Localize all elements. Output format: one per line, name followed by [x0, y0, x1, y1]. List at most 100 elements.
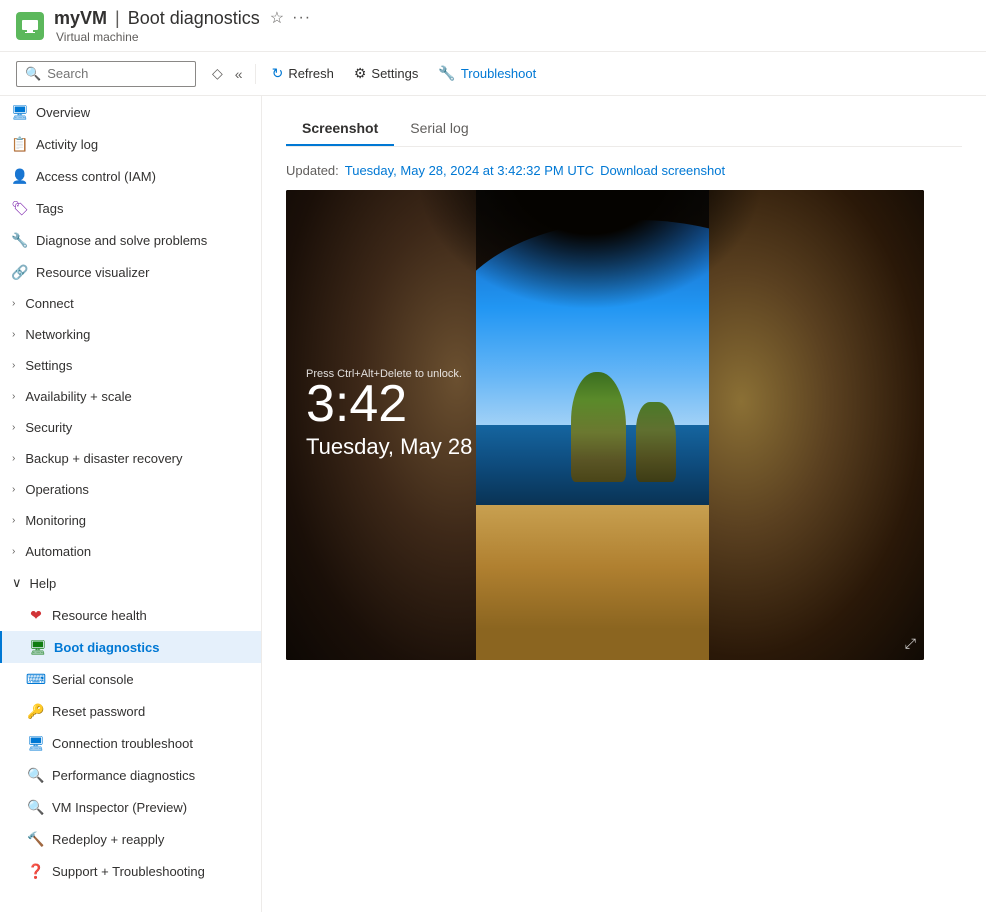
sidebar-item-diagnose[interactable]: 🔧 Diagnose and solve problems: [0, 224, 261, 256]
access-control-icon: 👤: [12, 168, 28, 184]
toolbar-divider-1: [255, 64, 256, 84]
sidebar-item-resource-visualizer[interactable]: 🔗 Resource visualizer: [0, 256, 261, 288]
sidebar-label-backup: Backup + disaster recovery: [25, 451, 182, 466]
download-screenshot-link[interactable]: Download screenshot: [600, 163, 725, 178]
troubleshoot-button[interactable]: 🔧 Troubleshoot: [430, 60, 544, 87]
sidebar-label-connection-troubleshoot: Connection troubleshoot: [52, 736, 193, 751]
settings-button[interactable]: ⚙ Settings: [346, 60, 427, 87]
resource-visualizer-icon: 🔗: [12, 264, 28, 280]
settings-icon: ⚙: [354, 65, 367, 82]
settings-label: Settings: [371, 66, 418, 81]
page-title: Boot diagnostics: [128, 8, 260, 29]
serial-console-icon: ⌨: [28, 671, 44, 687]
nav-diamond-btn[interactable]: ◇: [208, 63, 227, 84]
sidebar-label-vm-inspector: VM Inspector (Preview): [52, 800, 187, 815]
chevron-settings: ›: [12, 360, 15, 371]
sidebar-item-monitoring[interactable]: › Monitoring: [0, 505, 261, 536]
tab-screenshot[interactable]: Screenshot: [286, 112, 394, 146]
sidebar-item-availability[interactable]: › Availability + scale: [0, 381, 261, 412]
sidebar-item-operations[interactable]: › Operations: [0, 474, 261, 505]
refresh-label: Refresh: [288, 66, 334, 81]
search-input[interactable]: [47, 66, 187, 81]
sidebar-item-serial-console[interactable]: ⌨ Serial console: [0, 663, 261, 695]
refresh-button[interactable]: ↻ Refresh: [264, 60, 342, 87]
search-icon: 🔍: [25, 66, 41, 82]
header-text-block: myVM | Boot diagnostics ☆ ··· Virtual ma…: [54, 8, 311, 44]
search-box[interactable]: 🔍: [16, 61, 196, 87]
vm-name: myVM: [54, 8, 107, 29]
troubleshoot-label: Troubleshoot: [461, 66, 536, 81]
chevron-automation: ›: [12, 546, 15, 557]
sea-stack-2: [636, 402, 676, 482]
cave-scene: Press Ctrl+Alt+Delete to unlock. 3:42 Tu…: [286, 190, 924, 660]
sidebar-item-backup[interactable]: › Backup + disaster recovery: [0, 443, 261, 474]
expand-icon[interactable]: ⤢: [905, 635, 916, 652]
sidebar-item-access-control[interactable]: 👤 Access control (IAM): [0, 160, 261, 192]
toolbar-arrows: ◇ «: [208, 63, 247, 84]
chevron-help: ∨: [12, 575, 22, 591]
sidebar-item-support[interactable]: ❓ Support + Troubleshooting: [0, 855, 261, 887]
cave-arch: [416, 190, 764, 310]
update-time: Tuesday, May 28, 2024 at 3:42:32 PM UTC: [345, 163, 594, 178]
sidebar-label-redeploy: Redeploy + reapply: [52, 832, 164, 847]
sidebar-label-serial-console: Serial console: [52, 672, 134, 687]
chevron-monitoring: ›: [12, 515, 15, 526]
tab-serial-log-label: Serial log: [410, 120, 468, 136]
vm-svg-icon: [21, 17, 39, 35]
sidebar-label-operations: Operations: [25, 482, 89, 497]
sidebar-section-help[interactable]: ∨ Help: [0, 567, 261, 599]
sidebar-item-settings[interactable]: › Settings: [0, 350, 261, 381]
sidebar-label-support: Support + Troubleshooting: [52, 864, 205, 879]
sidebar-label-availability: Availability + scale: [25, 389, 131, 404]
nav-back-btn[interactable]: «: [231, 63, 247, 84]
screenshot-container: Press Ctrl+Alt+Delete to unlock. 3:42 Tu…: [286, 190, 924, 660]
tab-serial-log[interactable]: Serial log: [394, 112, 484, 146]
sidebar-item-tags[interactable]: 🏷 Tags: [0, 192, 261, 224]
sidebar-item-automation[interactable]: › Automation: [0, 536, 261, 567]
sidebar-item-resource-health[interactable]: ❤ Resource health: [0, 599, 261, 631]
chevron-networking: ›: [12, 329, 15, 340]
resource-health-icon: ❤: [28, 607, 44, 623]
sidebar-label-activity-log: Activity log: [36, 137, 98, 152]
sidebar-item-networking[interactable]: › Networking: [0, 319, 261, 350]
sidebar-label-reset-password: Reset password: [52, 704, 145, 719]
favorite-icon[interactable]: ☆: [270, 8, 284, 28]
redeploy-icon: 🔨: [28, 831, 44, 847]
sidebar-label-overview: Overview: [36, 105, 90, 120]
vm-inspector-icon: 🔍: [28, 799, 44, 815]
sidebar-item-connection-troubleshoot[interactable]: 🖥 Connection troubleshoot: [0, 727, 261, 759]
vm-icon: [16, 12, 44, 40]
header-meta: Virtual machine: [54, 29, 311, 44]
chevron-operations: ›: [12, 484, 15, 495]
support-icon: ❓: [28, 863, 44, 879]
more-options-icon[interactable]: ···: [292, 9, 311, 27]
sidebar-item-boot-diagnostics[interactable]: 🖥 Boot diagnostics: [0, 631, 261, 663]
chevron-security: ›: [12, 422, 15, 433]
sidebar-label-help: Help: [30, 576, 57, 591]
page-header: myVM | Boot diagnostics ☆ ··· Virtual ma…: [0, 0, 986, 52]
toolbar: 🔍 ◇ « ↻ Refresh ⚙ Settings 🔧 Troubleshoo…: [0, 52, 986, 96]
chevron-connect: ›: [12, 298, 15, 309]
screenshot-date: Tuesday, May 28: [306, 434, 472, 460]
screenshot-time: 3:42: [306, 378, 472, 430]
sidebar-item-reset-password[interactable]: 🔑 Reset password: [0, 695, 261, 727]
sidebar-item-security[interactable]: › Security: [0, 412, 261, 443]
sidebar-item-connect[interactable]: › Connect: [0, 288, 261, 319]
performance-diagnostics-icon: 🔍: [28, 767, 44, 783]
sidebar-item-performance-diagnostics[interactable]: 🔍 Performance diagnostics: [0, 759, 261, 791]
sidebar-label-automation: Automation: [25, 544, 91, 559]
sidebar-label-resource-visualizer: Resource visualizer: [36, 265, 149, 280]
sidebar-item-redeploy[interactable]: 🔨 Redeploy + reapply: [0, 823, 261, 855]
diagnose-icon: 🔧: [12, 232, 28, 248]
connection-troubleshoot-icon: 🖥: [28, 735, 44, 751]
sea-stack-1: [571, 372, 626, 482]
update-bar: Updated: Tuesday, May 28, 2024 at 3:42:3…: [286, 163, 962, 178]
sidebar-label-monitoring: Monitoring: [25, 513, 86, 528]
main-layout: 🖥 Overview 📋 Activity log 👤 Access contr…: [0, 96, 986, 912]
sidebar-item-vm-inspector[interactable]: 🔍 VM Inspector (Preview): [0, 791, 261, 823]
sidebar-label-access-control: Access control (IAM): [36, 169, 156, 184]
sidebar-item-activity-log[interactable]: 📋 Activity log: [0, 128, 261, 160]
refresh-icon: ↻: [272, 65, 284, 82]
sidebar-item-overview[interactable]: 🖥 Overview: [0, 96, 261, 128]
sidebar: 🖥 Overview 📋 Activity log 👤 Access contr…: [0, 96, 262, 912]
